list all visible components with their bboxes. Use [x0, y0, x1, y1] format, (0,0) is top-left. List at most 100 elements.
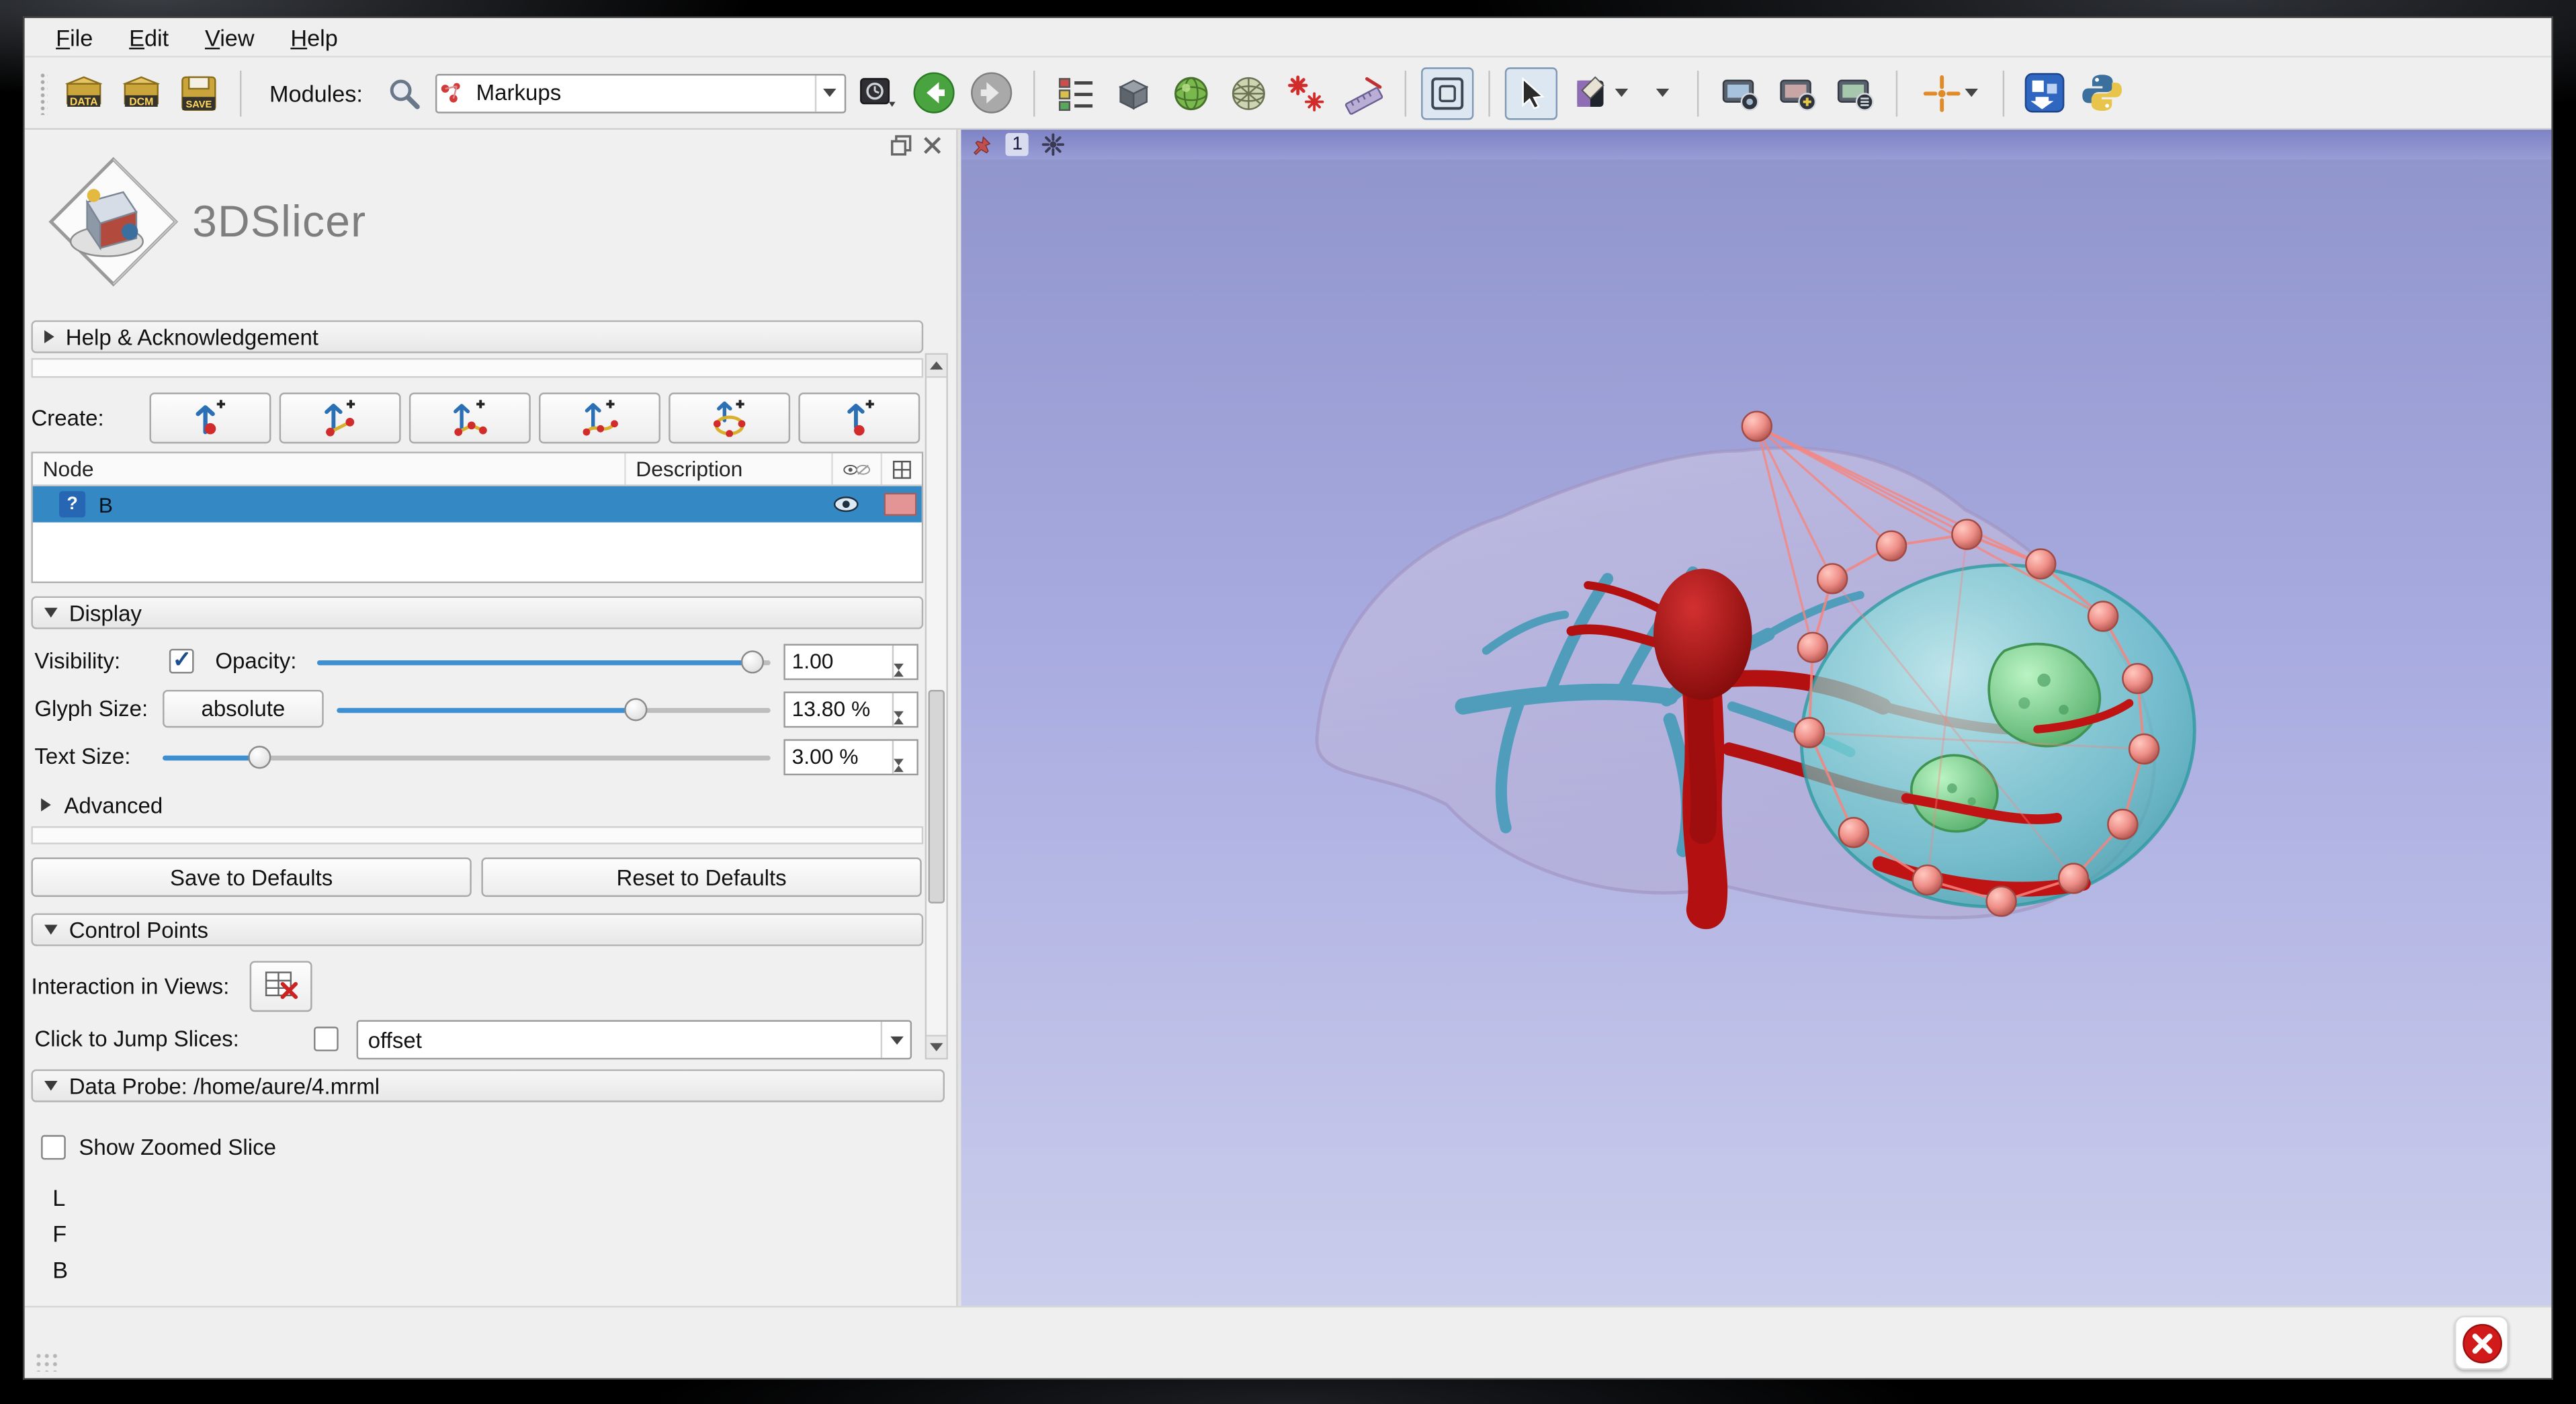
resize-grip[interactable] [34, 1352, 60, 1371]
undock-panel-icon[interactable] [891, 135, 912, 157]
glyph-size-spinbox[interactable]: 13.80 % [783, 691, 918, 728]
markup-control-point[interactable] [1742, 412, 1772, 441]
3d-scene[interactable] [961, 159, 2551, 1306]
interaction-views-button[interactable] [249, 960, 312, 1011]
module-back-button[interactable] [908, 67, 961, 119]
python-console-button[interactable] [2076, 67, 2129, 119]
column-visibility[interactable] [833, 453, 882, 484]
screenshot-button[interactable] [1713, 67, 1766, 119]
layout-selector-button[interactable] [1049, 67, 1102, 119]
reset-defaults-button[interactable]: Reset to Defaults [481, 857, 921, 897]
scrollbar-down-button[interactable] [927, 1035, 947, 1057]
slider-handle[interactable] [741, 650, 764, 673]
ruler-annotation-button[interactable] [1337, 67, 1389, 119]
panel-splitter[interactable] [957, 130, 961, 1306]
show-zoomed-slice-checkbox[interactable] [41, 1134, 66, 1159]
opacity-slider[interactable] [317, 650, 771, 673]
node-row-selected[interactable]: ? B [33, 486, 922, 523]
create-plane-button[interactable] [798, 392, 920, 443]
toolbar-separator [1488, 70, 1490, 116]
glyph-size-value: 13.80 % [785, 693, 892, 726]
markup-control-point[interactable] [2059, 864, 2089, 893]
opacity-spinbox[interactable]: 1.00 [783, 644, 918, 681]
window-level-tool-button[interactable] [1562, 67, 1637, 119]
markup-control-point[interactable] [1877, 531, 1907, 561]
control-points-section-header[interactable]: Control Points [31, 914, 923, 947]
menu-edit[interactable]: Edit [114, 21, 183, 54]
scrollbar-thumb[interactable] [929, 690, 945, 904]
markup-control-point[interactable] [2108, 809, 2138, 839]
scrollbar-up-button[interactable] [927, 355, 947, 378]
volume-module-button[interactable] [1107, 67, 1160, 119]
glyph-size-slider[interactable] [337, 698, 771, 721]
markup-control-point[interactable] [2130, 734, 2159, 764]
place-mode-dropdown[interactable] [1643, 67, 1682, 119]
probe-axis-f: F [52, 1221, 957, 1254]
pin-icon[interactable] [972, 134, 993, 155]
glyph-size-row: Glyph Size: absolute 13.80 % [31, 690, 950, 730]
create-line-button[interactable] [280, 392, 401, 443]
menu-help[interactable]: Help [275, 21, 352, 54]
toolbar-drag-handle[interactable] [40, 71, 48, 114]
view-options-gear-icon[interactable] [1042, 133, 1065, 156]
module-history-button[interactable] [851, 67, 903, 119]
module-selector-combo[interactable]: Markups [435, 73, 846, 113]
create-point-list-button[interactable] [150, 392, 271, 443]
save-defaults-button[interactable]: Save to Defaults [31, 857, 471, 897]
extensions-manager-button[interactable] [2019, 67, 2071, 119]
node-visibility-eye-icon[interactable] [831, 494, 861, 514]
markup-control-point[interactable] [1799, 633, 1828, 662]
text-size-slider[interactable] [163, 746, 771, 769]
advanced-collapsible[interactable]: Advanced [41, 792, 957, 818]
menu-view[interactable]: View [190, 21, 269, 54]
error-close-button[interactable] [2454, 1316, 2509, 1370]
module-search-button[interactable] [378, 67, 430, 119]
markup-control-point[interactable] [1840, 818, 1869, 847]
markup-control-point[interactable] [2026, 549, 2056, 578]
panel-scrollbar[interactable] [925, 353, 948, 1059]
display-section-header[interactable]: Display [31, 597, 923, 629]
scrollbar-track[interactable] [927, 378, 947, 1035]
scene-view-restore-button[interactable] [1828, 67, 1881, 119]
glyph-scale-mode-button[interactable]: absolute [163, 690, 324, 728]
spin-down-icon[interactable] [894, 765, 916, 790]
markup-control-point[interactable] [1795, 718, 1825, 748]
visibility-checkbox[interactable] [169, 649, 194, 674]
jump-slices-checkbox[interactable] [314, 1026, 339, 1051]
create-closed-curve-button[interactable] [669, 392, 790, 443]
mouse-interaction-button[interactable] [1504, 67, 1557, 119]
fiducial-glyph-button[interactable] [1279, 67, 1332, 119]
jump-mode-combo[interactable]: offset [357, 1020, 912, 1059]
module-forward-button[interactable] [965, 67, 1018, 119]
surface-mesh-icon [1227, 71, 1270, 114]
close-panel-icon[interactable] [922, 135, 943, 157]
menu-bar: File Edit View Help [25, 18, 2552, 58]
text-size-spinbox[interactable]: 3.00 % [783, 739, 918, 775]
menu-file[interactable]: File [41, 21, 108, 54]
create-angle-button[interactable] [409, 392, 531, 443]
add-dicom-button[interactable]: DCM [115, 67, 167, 119]
toolbar-separator [240, 70, 241, 116]
data-probe-section-header[interactable]: Data Probe: /home/aure/4.mrml [31, 1069, 945, 1102]
slider-handle[interactable] [625, 698, 648, 721]
slider-handle[interactable] [249, 746, 271, 769]
create-open-curve-button[interactable] [539, 392, 660, 443]
column-color[interactable] [882, 453, 922, 484]
markup-control-point[interactable] [1818, 564, 1848, 593]
crosshair-button[interactable] [1912, 67, 1987, 119]
volume-rendering-button[interactable] [1164, 67, 1217, 119]
threed-view-header: 1 [961, 130, 2551, 159]
add-data-button[interactable]: DATA [58, 67, 110, 119]
viewport-zoom-button[interactable] [1421, 67, 1473, 119]
text-size-value: 3.00 % [785, 741, 892, 774]
node-color-swatch[interactable] [884, 493, 917, 516]
markup-control-point[interactable] [2089, 602, 2118, 631]
scene-view-save-button[interactable] [1770, 67, 1823, 119]
save-button[interactable]: SAVE [173, 67, 225, 119]
markup-control-point[interactable] [1952, 520, 1982, 550]
surface-mesh-button[interactable] [1222, 67, 1275, 119]
markup-control-point[interactable] [1987, 887, 2016, 916]
markup-control-point[interactable] [1913, 865, 1942, 895]
help-section-header[interactable]: Help & Acknowledgement [31, 320, 923, 353]
markup-control-point[interactable] [2123, 664, 2153, 693]
